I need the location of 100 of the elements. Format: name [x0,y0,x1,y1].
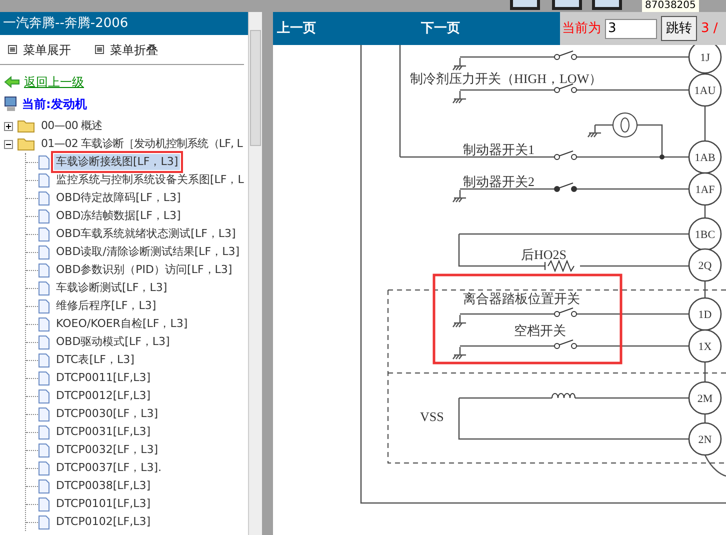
diagram-label: 制动器开关2 [463,174,534,189]
document-icon [38,460,50,476]
scrollbar[interactable] [248,12,262,535]
connector-terminal: 1BC [688,217,722,251]
diagram-label: 制动器开关1 [463,142,534,157]
connector-terminal: 2N [688,422,722,456]
document-icon [38,388,50,404]
tree-item[interactable]: OBD车载系统就绪状态测试[LF，L3] [54,226,238,242]
window-button-icon[interactable] [552,0,582,10]
tree-item[interactable]: DTCP0038[LF,L3] [54,478,153,494]
junction-dot [660,154,664,160]
connector-terminal: 1AF [688,172,722,206]
diagram-label: 离合器踏板位置开关 [463,291,580,306]
previous-page-link[interactable]: 上一页 [277,18,316,38]
document-icon [38,154,50,170]
wire [595,124,613,126]
expand-menu-button[interactable]: 菜单展开 [4,40,75,58]
connector-terminal: 1AB [688,140,722,174]
tree-item[interactable]: DTCP0011[LF,L3] [54,370,153,386]
switch-icon [554,340,577,349]
window-button-icon[interactable] [592,0,622,10]
connector-terminal: 2M [688,381,722,415]
diagram-label: 制冷剂压力开关（HIGH，LOW） [410,71,602,86]
document-icon [38,424,50,440]
tree-item[interactable]: OBD读取/清除诊断测试结果[LF，L3] [54,244,242,260]
phone-number: 87038205 [642,0,699,12]
tree-item[interactable]: 车载诊断接线图[LF，L3] [54,154,180,170]
ground-icon [452,189,467,203]
ground-icon [452,90,467,104]
tree-item[interactable]: DTCP0032[LF，L3] [54,442,160,458]
connector-terminal: 1J [688,45,722,74]
diagram-label: VSS [420,409,444,424]
ground-icon [587,124,602,138]
tree-item[interactable]: OBD冻结帧数据[LF，L3] [54,208,183,224]
document-icon [38,298,50,314]
document-icon [38,226,50,242]
tree-item[interactable]: DTCP0031[LF,L3] [54,424,153,440]
document-icon [38,316,50,332]
tree-item[interactable]: 维修后程序[LF，L3] [54,298,158,314]
connector-terminal: 2Q [688,248,722,282]
scrollbar-thumb[interactable] [250,30,261,146]
switch-icon [554,182,577,192]
diagram-label: 后HO2S [521,247,567,262]
tree-item[interactable]: DTCP0101[LF,L3] [54,496,153,512]
current-page-label: 当前为 [562,20,601,38]
document-icon [38,406,50,422]
back-arrow-icon [4,76,20,88]
switch-icon [554,150,577,160]
tree-item[interactable]: DTCP0012[LF,L3] [54,388,153,404]
document-icon [38,352,50,368]
expander-icon[interactable] [4,122,13,130]
document-icon [38,244,50,260]
page-count: 3 / [701,20,718,38]
document-icon [38,514,50,530]
document-icon [38,496,50,512]
document-icon [38,442,50,458]
coil-icon [552,393,576,398]
document-icon [38,172,50,188]
ground-icon [452,314,467,328]
connector-terminal: 1X [688,329,722,363]
document-icon [38,370,50,386]
page-input[interactable]: 3 [605,18,657,38]
next-page-link[interactable]: 下一页 [421,18,460,38]
collapse-menu-button[interactable]: 菜单折叠 [91,40,162,58]
current-location: 当前:发动机 [22,96,87,113]
tree-item[interactable]: DTCP0030[LF，L3] [54,406,160,422]
folder-icon [17,119,35,133]
computer-icon [4,96,18,112]
resistor-icon [544,260,574,272]
document-icon [38,262,50,278]
menu-icon [95,45,104,54]
switch-icon [554,84,577,93]
diagram-label: 空档开关 [514,323,566,338]
expander-icon[interactable] [4,140,13,148]
tree-item[interactable]: 01—02 车载诊断［发动机控制系统（LF, L [39,136,244,152]
window-button-icon[interactable] [510,0,540,10]
document-icon [38,208,50,224]
tree-item[interactable]: DTCP0102[LF,L3] [54,514,153,530]
tree-item[interactable]: 车载诊断测试[LF，L3] [54,280,170,296]
folder-icon [17,137,35,151]
switch-icon [554,50,577,60]
tree-item[interactable]: OBD驱动模式[LF，L3] [54,334,172,350]
document-icon [38,280,50,296]
jump-button[interactable]: 跳转 [661,16,697,42]
tree-item[interactable]: OBD参数识别（PID）访问[LF，L3] [54,262,234,278]
sidebar-title: 一汽奔腾--奔腾-2006 [0,12,248,35]
tree-item[interactable]: DTC表[LF，L3] [54,352,136,368]
back-link[interactable]: 返回上一级 [24,73,84,91]
connector-terminal: 1D [688,297,722,331]
document-icon [38,190,50,206]
tree-item[interactable]: DTCP0037[LF，L3]. [54,460,164,476]
tree-item[interactable]: OBD待定故障码[LF，L3] [54,190,183,206]
ground-icon [452,57,467,71]
connector-terminal: 1AU [688,73,722,107]
ground-icon [452,346,467,360]
lamp-icon [612,112,638,138]
tree-item[interactable]: KOEO/KOER自检[LF，L3] [54,316,190,332]
switch-icon [554,308,577,317]
tree-item[interactable]: 00—00 概述 [39,118,104,134]
tree-item[interactable]: 监控系统与控制系统设备关系图[LF，L [54,172,246,188]
